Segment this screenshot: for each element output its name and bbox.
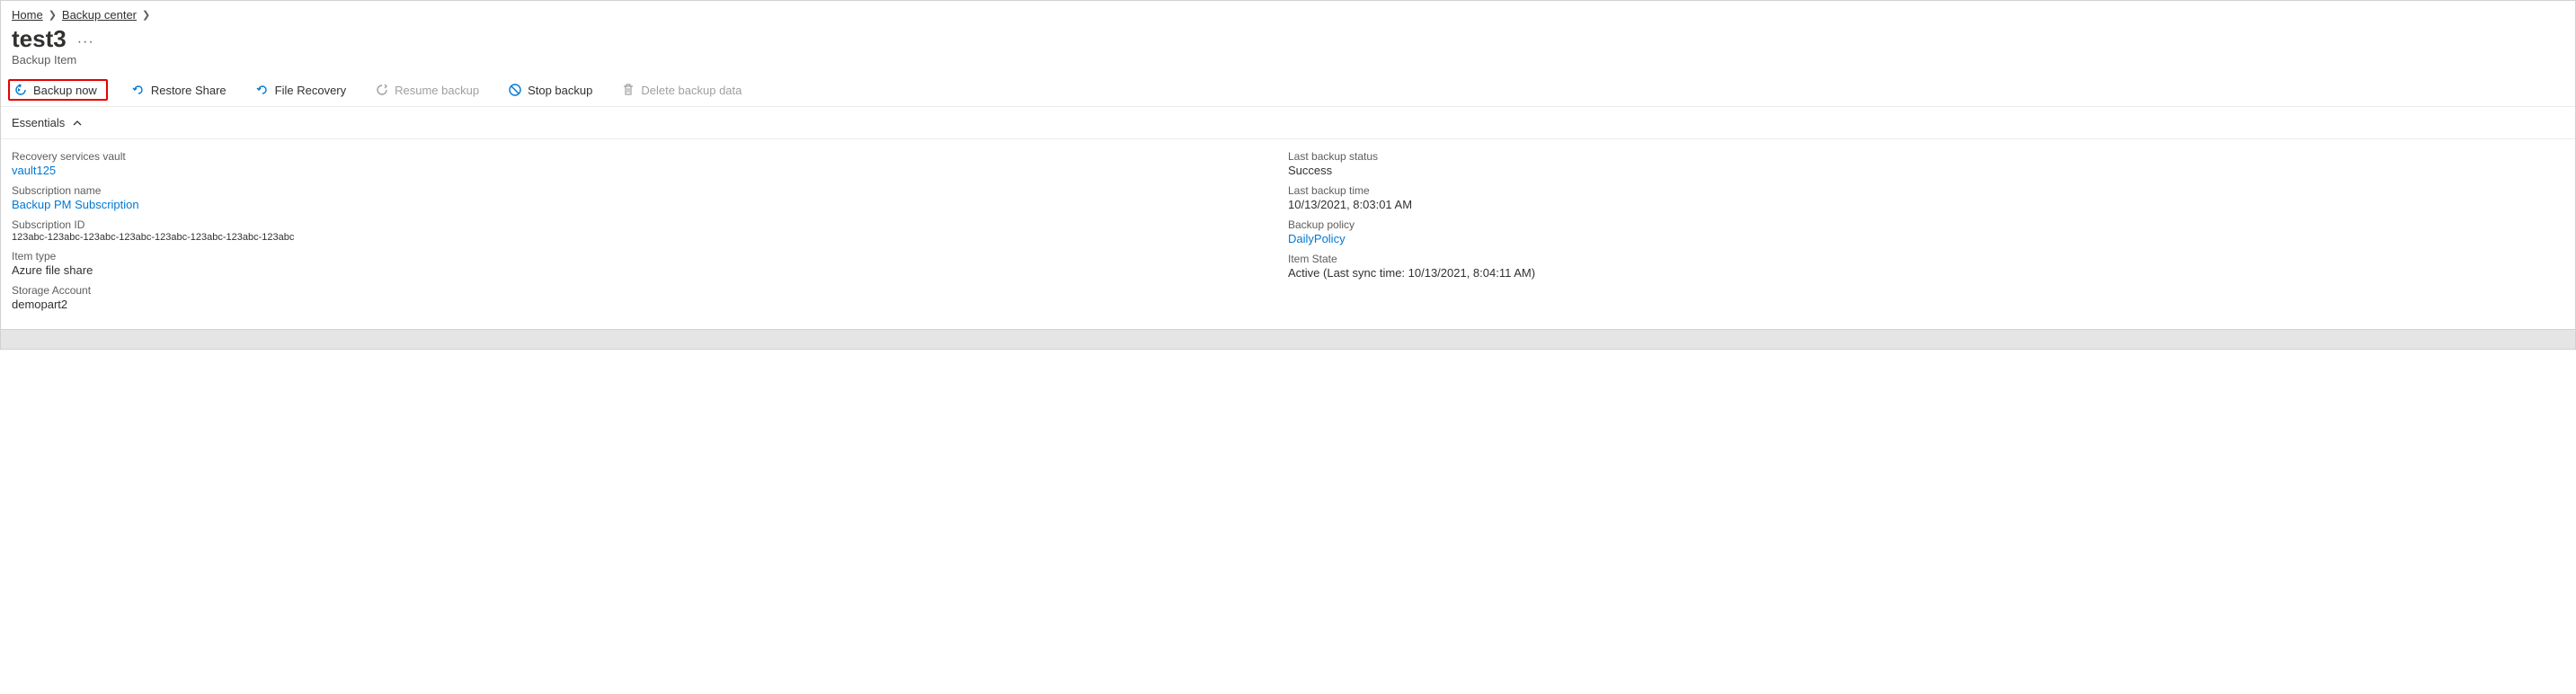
breadcrumb: Home ❯ Backup center ❯ bbox=[1, 1, 2575, 23]
chevron-up-icon bbox=[72, 118, 83, 129]
resume-backup-label: Resume backup bbox=[395, 84, 479, 97]
recovery-vault-value[interactable]: vault125 bbox=[12, 164, 1288, 177]
backup-now-icon bbox=[13, 83, 28, 97]
item-state-label: Item State bbox=[1288, 253, 2564, 265]
title-row: test3 ··· bbox=[1, 23, 2575, 53]
file-recovery-icon bbox=[255, 83, 270, 97]
subscription-id-label: Subscription ID bbox=[12, 218, 1288, 231]
delete-backup-data-label: Delete backup data bbox=[641, 84, 742, 97]
essentials-left-column: Recovery services vault vault125 Subscri… bbox=[12, 150, 1288, 318]
delete-backup-data-button: Delete backup data bbox=[616, 80, 747, 100]
essentials-toggle[interactable]: Essentials bbox=[1, 107, 2575, 139]
backup-policy-label: Backup policy bbox=[1288, 218, 2564, 231]
page-subtitle: Backup Item bbox=[1, 53, 2575, 74]
toolbar: Backup now Restore Share File Recovery R… bbox=[1, 74, 2575, 107]
essentials-label: Essentials bbox=[12, 116, 65, 129]
storage-account-label: Storage Account bbox=[12, 284, 1288, 297]
backup-now-label: Backup now bbox=[33, 84, 97, 97]
essentials-right-column: Last backup status Success Last backup t… bbox=[1288, 150, 2564, 318]
stop-icon bbox=[508, 83, 522, 97]
stop-backup-label: Stop backup bbox=[528, 84, 592, 97]
essentials-body: Recovery services vault vault125 Subscri… bbox=[1, 139, 2575, 329]
recovery-vault-label: Recovery services vault bbox=[12, 150, 1288, 163]
last-backup-status-value: Success bbox=[1288, 164, 2564, 177]
restore-icon bbox=[131, 83, 146, 97]
breadcrumb-home[interactable]: Home bbox=[12, 8, 43, 22]
item-type-value: Azure file share bbox=[12, 263, 1288, 277]
subscription-name-value[interactable]: Backup PM Subscription bbox=[12, 198, 1288, 211]
file-recovery-label: File Recovery bbox=[275, 84, 346, 97]
resume-backup-button: Resume backup bbox=[369, 80, 484, 100]
last-backup-time-label: Last backup time bbox=[1288, 184, 2564, 197]
restore-share-label: Restore Share bbox=[151, 84, 227, 97]
restore-share-button[interactable]: Restore Share bbox=[126, 80, 232, 100]
delete-icon bbox=[621, 83, 635, 97]
breadcrumb-backup-center[interactable]: Backup center bbox=[62, 8, 137, 22]
stop-backup-button[interactable]: Stop backup bbox=[502, 80, 598, 100]
subscription-id-value: 123abc-123abc-123abc-123abc-123abc-123ab… bbox=[12, 232, 1288, 243]
resume-icon bbox=[375, 83, 389, 97]
more-actions-icon[interactable]: ··· bbox=[77, 29, 94, 50]
last-backup-time-value: 10/13/2021, 8:03:01 AM bbox=[1288, 198, 2564, 211]
page-title: test3 bbox=[12, 25, 67, 53]
backup-policy-value[interactable]: DailyPolicy bbox=[1288, 232, 2564, 245]
chevron-right-icon: ❯ bbox=[142, 9, 150, 21]
backup-now-button[interactable]: Backup now bbox=[8, 79, 108, 101]
file-recovery-button[interactable]: File Recovery bbox=[250, 80, 351, 100]
item-type-label: Item type bbox=[12, 250, 1288, 262]
storage-account-value: demopart2 bbox=[12, 298, 1288, 311]
subscription-name-label: Subscription name bbox=[12, 184, 1288, 197]
footer-bar bbox=[1, 329, 2575, 349]
last-backup-status-label: Last backup status bbox=[1288, 150, 2564, 163]
chevron-right-icon: ❯ bbox=[49, 9, 57, 21]
item-state-value: Active (Last sync time: 10/13/2021, 8:04… bbox=[1288, 266, 2564, 280]
